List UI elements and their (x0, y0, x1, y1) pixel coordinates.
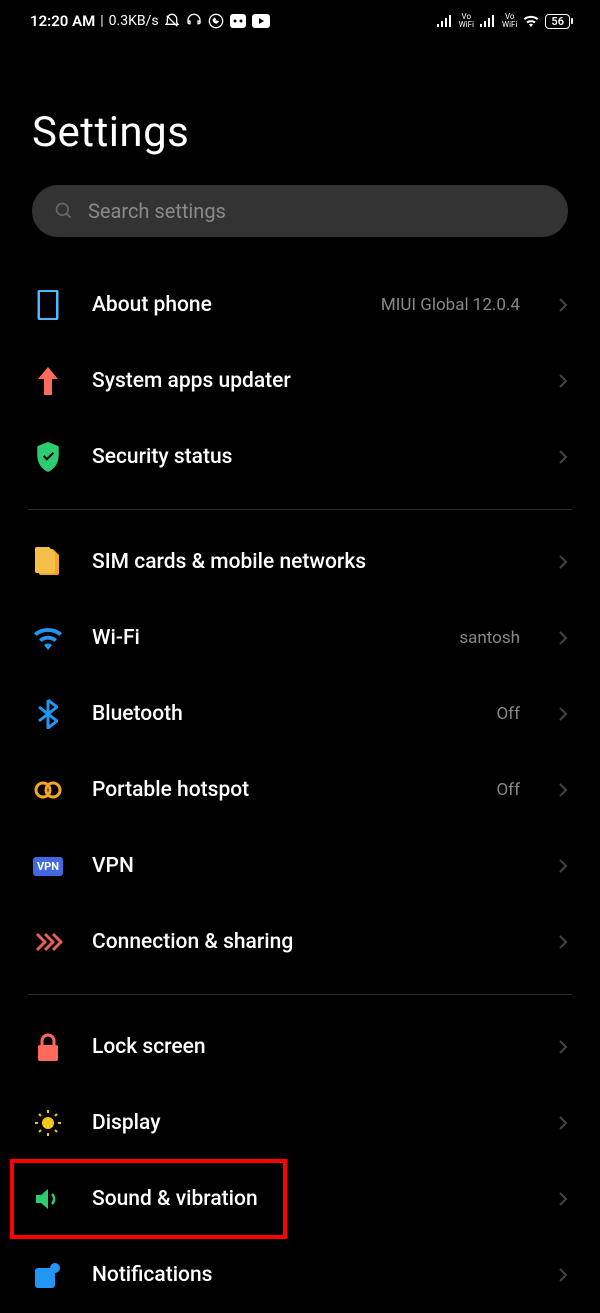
status-bar: 12:20 AM | 0.3KB/s VoWiFi VoWiFi 56 (0, 0, 600, 38)
sun-icon (32, 1107, 64, 1139)
chevron-right-icon (558, 934, 568, 950)
chevron-right-icon (558, 554, 568, 570)
item-display[interactable]: Display (28, 1085, 572, 1161)
bluetooth-icon (32, 698, 64, 730)
notifications-icon (32, 1259, 64, 1291)
item-label: Wi-Fi (92, 626, 431, 650)
item-label: SIM cards & mobile networks (92, 550, 530, 574)
divider (28, 994, 572, 995)
item-sound-vibration[interactable]: Sound & vibration (28, 1161, 572, 1237)
vowifi-2: VoWiFi (502, 13, 517, 29)
item-hotspot[interactable]: Portable hotspot Off (28, 752, 572, 828)
item-label: Bluetooth (92, 702, 468, 726)
headphone-icon (186, 13, 202, 29)
network-speed: 0.3KB/s (109, 13, 159, 29)
item-label: Security status (92, 445, 530, 469)
wifi-icon (32, 622, 64, 654)
vowifi-1: VoWiFi (459, 13, 474, 29)
item-label: System apps updater (92, 369, 530, 393)
status-right: VoWiFi VoWiFi 56 (437, 13, 570, 29)
status-divider: | (100, 13, 103, 29)
item-label: VPN (92, 854, 530, 878)
app-icon (230, 14, 246, 28)
item-value: Off (496, 704, 520, 724)
page-title: Settings (0, 38, 600, 177)
item-connection-sharing[interactable]: Connection & sharing (28, 904, 572, 980)
settings-list: About phone MIUI Global 12.0.4 System ap… (0, 257, 600, 1313)
item-sim-cards[interactable]: SIM cards & mobile networks (28, 524, 572, 600)
divider (28, 509, 572, 510)
item-lock-screen[interactable]: Lock screen (28, 1009, 572, 1085)
lock-icon (32, 1031, 64, 1063)
chevron-right-icon (558, 1267, 568, 1283)
chevron-right-icon (558, 1191, 568, 1207)
item-label: Portable hotspot (92, 778, 468, 802)
item-vpn[interactable]: VPN VPN (28, 828, 572, 904)
chevron-right-icon (558, 706, 568, 722)
dnd-icon (164, 13, 180, 29)
phone-icon (32, 289, 64, 321)
item-security-status[interactable]: Security status (28, 419, 572, 495)
item-value: santosh (459, 628, 520, 648)
chevron-right-icon (558, 858, 568, 874)
status-left: 12:20 AM | 0.3KB/s (30, 12, 270, 30)
signal-icon-2 (480, 15, 496, 27)
search-bar[interactable]: Search settings (32, 185, 568, 237)
signal-icon-1 (437, 15, 453, 27)
item-value: MIUI Global 12.0.4 (381, 295, 520, 315)
item-wifi[interactable]: Wi-Fi santosh (28, 600, 572, 676)
battery-indicator: 56 (545, 14, 570, 29)
whatsapp-icon (208, 13, 224, 29)
youtube-icon (252, 14, 270, 28)
speaker-icon (32, 1183, 64, 1215)
item-label: Sound & vibration (92, 1187, 530, 1211)
item-label: Notifications (92, 1263, 530, 1287)
chevron-right-icon (558, 373, 568, 389)
chevron-right-icon (558, 1039, 568, 1055)
item-label: Connection & sharing (92, 930, 530, 954)
search-placeholder: Search settings (88, 199, 226, 223)
search-icon (54, 201, 74, 221)
item-notifications[interactable]: Notifications (28, 1237, 572, 1313)
connection-icon (32, 926, 64, 958)
sim-icon (32, 546, 64, 578)
chevron-right-icon (558, 782, 568, 798)
hotspot-icon (32, 774, 64, 806)
status-icons-left (164, 13, 270, 29)
chevron-right-icon (558, 449, 568, 465)
item-value: Off (496, 780, 520, 800)
item-bluetooth[interactable]: Bluetooth Off (28, 676, 572, 752)
item-label: Display (92, 1111, 530, 1135)
vpn-icon: VPN (32, 850, 64, 882)
item-label: Lock screen (92, 1035, 530, 1059)
shield-icon (32, 441, 64, 473)
status-time: 12:20 AM (30, 12, 95, 30)
item-system-updater[interactable]: System apps updater (28, 343, 572, 419)
item-label: About phone (92, 293, 353, 317)
chevron-right-icon (558, 1115, 568, 1131)
item-about-phone[interactable]: About phone MIUI Global 12.0.4 (28, 267, 572, 343)
chevron-right-icon (558, 297, 568, 313)
wifi-status-icon (523, 15, 539, 27)
chevron-right-icon (558, 630, 568, 646)
arrow-up-icon (32, 365, 64, 397)
